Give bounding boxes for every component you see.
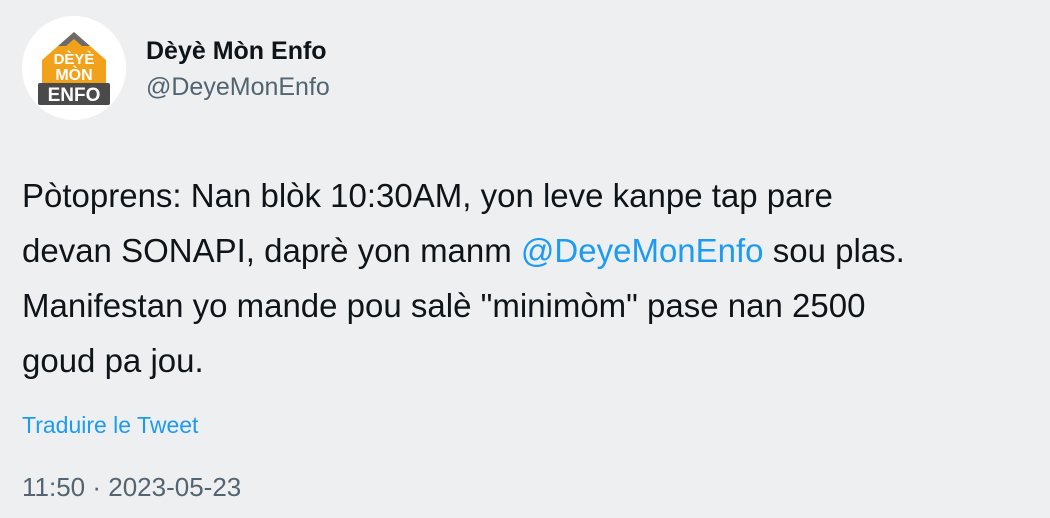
author-handle[interactable]: @DeyeMonEnfo <box>146 72 330 102</box>
deye-mon-enfo-logo: DÈYÈ MÒN ENFO <box>22 16 126 120</box>
tweet-timestamp[interactable]: 11:50 · 2023-05-23 <box>22 470 241 504</box>
translate-tweet-link[interactable]: Traduire le Tweet <box>22 410 198 440</box>
tweet-line-2-after: sou plas. <box>763 232 905 269</box>
tweet-line-3: Manifestan yo mande pou salè "minimòm" p… <box>22 287 866 324</box>
avatar[interactable]: DÈYÈ MÒN ENFO <box>22 16 126 120</box>
tweet-line-2: devan SONAPI, daprè yon manm @DeyeMonEnf… <box>22 223 1037 278</box>
mention-link[interactable]: @DeyeMonEnfo <box>521 232 764 269</box>
logo-text-line3: ENFO <box>48 85 101 106</box>
author-display-name[interactable]: Dèyè Mòn Enfo <box>146 36 327 66</box>
logo-text-line2: MÒN <box>55 65 92 84</box>
tweet-line-2-before: devan SONAPI, daprè yon manm <box>22 232 521 269</box>
logo-text-line1: DÈYÈ <box>54 51 95 68</box>
tweet-line-4: goud pa jou. <box>22 342 204 379</box>
tweet-text: Pòtoprens: Nan blòk 10:30AM, yon leve ka… <box>22 168 1037 388</box>
tweet-line-1: Pòtoprens: Nan blòk 10:30AM, yon leve ka… <box>22 177 833 214</box>
